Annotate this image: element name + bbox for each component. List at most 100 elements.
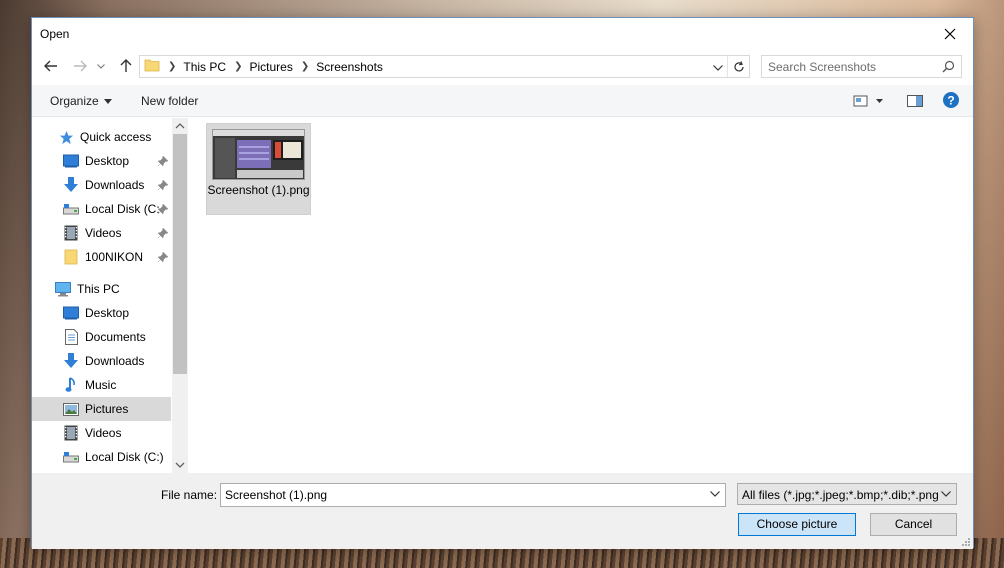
drive-icon	[63, 449, 79, 465]
sidebar-item-this-pc[interactable]: This PC	[32, 277, 171, 301]
sidebar-item-label: Desktop	[85, 306, 130, 320]
arrow-up-icon	[120, 59, 132, 72]
sidebar-item-label: Downloads	[85, 354, 145, 368]
sidebar-item-label: Local Disk (C:	[85, 202, 160, 216]
sidebar-item-downloads[interactable]: Downloads	[32, 349, 171, 373]
address-dropdown-button[interactable]	[713, 60, 723, 74]
sidebar-item-quick-desktop[interactable]: Desktop	[32, 149, 171, 173]
recent-locations-button[interactable]	[94, 57, 108, 75]
choose-picture-button[interactable]: Choose picture	[738, 513, 856, 536]
refresh-icon	[733, 60, 744, 71]
download-icon	[63, 177, 79, 193]
video-icon	[63, 225, 79, 241]
sidebar-item-pictures[interactable]: Pictures	[32, 397, 171, 421]
sidebar-item-quick-access[interactable]: Quick access	[32, 125, 171, 149]
file-name-label: File name:	[161, 488, 218, 502]
pin-icon	[157, 179, 169, 193]
sidebar-item-label: This PC	[77, 282, 120, 296]
close-icon	[944, 28, 956, 39]
help-button[interactable]: ?	[943, 92, 959, 111]
address-bar[interactable]: ❯ This PC ❯ Pictures ❯ Screenshots	[139, 55, 750, 78]
chevron-down-icon	[941, 491, 951, 497]
folder-icon	[144, 57, 160, 76]
up-button[interactable]	[116, 57, 136, 75]
file-list[interactable]: Screenshot (1).png	[189, 118, 973, 473]
window-title: Open	[40, 27, 70, 41]
breadcrumb-this-pc[interactable]: This PC	[183, 60, 226, 74]
sidebar-item-label: Videos	[85, 226, 122, 240]
help-icon: ?	[943, 92, 959, 108]
sidebar-item-label: Documents	[85, 330, 146, 344]
preview-pane-icon	[907, 95, 923, 107]
cancel-button[interactable]: Cancel	[870, 513, 957, 536]
star-icon	[58, 129, 74, 145]
sidebar-item-quick-downloads[interactable]: Downloads	[32, 173, 171, 197]
drive-icon	[63, 201, 79, 217]
pictures-icon	[63, 401, 79, 417]
view-options-button[interactable]	[853, 94, 885, 111]
arrow-right-icon	[74, 60, 87, 72]
sidebar-item-desktop[interactable]: Desktop	[32, 301, 171, 325]
search-icon[interactable]	[942, 60, 955, 76]
navigation-pane: Quick access Desktop Downloads Local Dis…	[32, 118, 188, 473]
close-button[interactable]	[927, 18, 973, 49]
computer-icon	[55, 281, 71, 297]
open-dialog: Open ❯ This PC ❯ Pictures ❯ Screenshots	[31, 17, 974, 549]
sidebar-item-label: Pictures	[85, 402, 129, 416]
scroll-up-icon[interactable]	[175, 121, 185, 131]
file-type-value: All files (*.jpg;*.jpeg;*.bmp;*.dib;*.pn…	[742, 488, 938, 502]
sidebar-item-music[interactable]: Music	[32, 373, 171, 397]
sidebar-scrollbar[interactable]	[172, 118, 188, 473]
sidebar-item-documents[interactable]: Documents	[32, 325, 171, 349]
organize-label: Organize	[50, 94, 99, 108]
chevron-down-icon	[713, 65, 723, 71]
sidebar-item-label: Quick access	[80, 130, 152, 144]
file-name-combobox[interactable]	[220, 483, 726, 507]
file-name-input[interactable]	[221, 484, 701, 506]
footer-panel: File name: All files (*.jpg;*.jpeg;*.bmp…	[32, 473, 973, 549]
organize-menu[interactable]: Organize	[50, 94, 112, 108]
sidebar-item-quick-videos[interactable]: Videos	[32, 221, 171, 245]
search-input[interactable]	[762, 56, 932, 77]
svg-text:?: ?	[947, 93, 954, 107]
sidebar-item-label: Downloads	[85, 178, 145, 192]
new-folder-button[interactable]: New folder	[141, 94, 198, 108]
sidebar-item-quick-100nikon[interactable]: 100NIKON	[32, 245, 171, 269]
sidebar-item-label: Local Disk (C:)	[85, 450, 164, 464]
sidebar-item-label: 100NIKON	[85, 250, 144, 264]
folder-icon	[63, 249, 79, 265]
file-item[interactable]: Screenshot (1).png	[206, 123, 311, 215]
breadcrumb-separator-icon: ❯	[168, 61, 177, 72]
file-thumbnail	[212, 129, 305, 180]
sidebar-item-videos[interactable]: Videos	[32, 421, 171, 445]
video-icon	[63, 425, 79, 441]
sidebar-item-quick-local-disk[interactable]: Local Disk (C:	[32, 197, 171, 221]
sidebar-item-local-disk[interactable]: Local Disk (C:)	[32, 445, 171, 469]
chevron-down-icon[interactable]	[710, 491, 720, 497]
command-bar: Organize New folder ?	[32, 85, 973, 117]
refresh-button[interactable]	[727, 56, 749, 77]
view-icon	[853, 95, 883, 107]
breadcrumb-screenshots[interactable]: Screenshots	[316, 60, 383, 74]
breadcrumb-separator-icon: ❯	[234, 61, 243, 72]
preview-pane-button[interactable]	[907, 94, 923, 111]
pin-icon	[157, 251, 169, 265]
download-icon	[63, 353, 79, 369]
pin-icon	[157, 155, 169, 169]
back-button[interactable]	[41, 57, 61, 75]
scrollbar-thumb[interactable]	[173, 134, 187, 374]
file-name-label: Screenshot (1).png	[207, 183, 310, 197]
file-type-select[interactable]: All files (*.jpg;*.jpeg;*.bmp;*.dib;*.pn…	[737, 483, 957, 505]
title-bar: Open	[32, 18, 973, 49]
pin-icon	[157, 203, 169, 217]
resize-grip-icon[interactable]	[961, 537, 971, 547]
breadcrumb-pictures[interactable]: Pictures	[249, 60, 292, 74]
scroll-down-icon[interactable]	[175, 460, 185, 470]
sidebar-item-label: Videos	[85, 426, 122, 440]
forward-button[interactable]	[70, 57, 90, 75]
new-folder-label: New folder	[141, 94, 199, 108]
sidebar-item-label: Music	[85, 378, 117, 392]
search-box[interactable]	[761, 55, 962, 78]
pin-icon	[157, 227, 169, 241]
arrow-left-icon	[44, 60, 57, 72]
